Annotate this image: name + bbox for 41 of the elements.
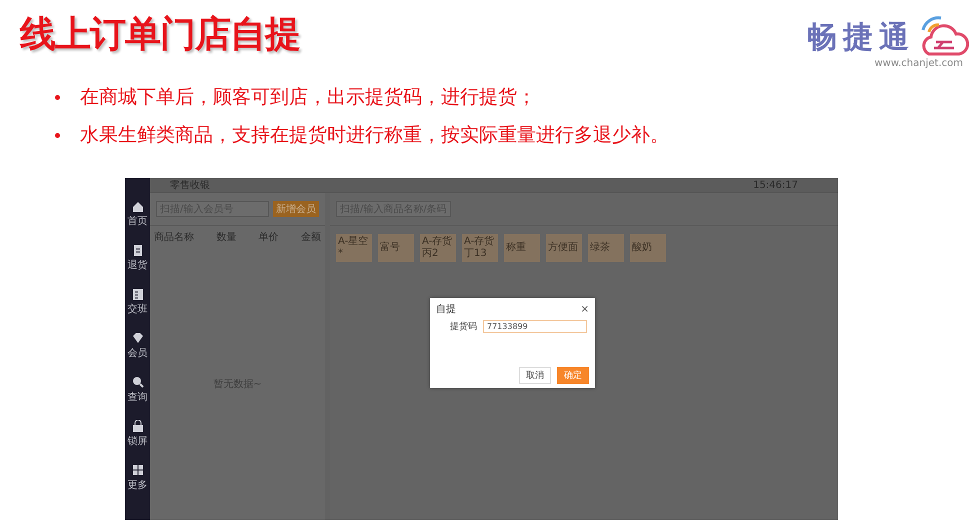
search-icon [132, 376, 144, 389]
sidebar-item[interactable]: 更多 [128, 464, 148, 492]
sidebar-item[interactable]: 退货 [128, 244, 148, 272]
category-tile[interactable]: 酸奶 [630, 234, 666, 262]
category-tile[interactable]: A-存货丁13 [462, 234, 498, 262]
category-tile[interactable]: 称重 [504, 234, 540, 262]
bullet-icon [55, 94, 60, 100]
add-member-button[interactable]: 新增会员 [273, 201, 319, 217]
category-tile[interactable]: 富号 [378, 234, 414, 262]
lock-icon [132, 420, 144, 433]
bullet-icon [55, 132, 60, 138]
slide-title: 线上订单门店自提 [20, 13, 300, 57]
dialog-title: 自提 [436, 303, 456, 316]
bullet-text: 在商城下单后，顾客可到店，出示提货码，进行提货； [80, 85, 536, 110]
category-tile[interactable]: A-存货丙2 [420, 234, 456, 262]
column-header: 金额 [300, 230, 321, 244]
sidebar-item[interactable]: 锁屏 [128, 420, 148, 448]
logo-text: 畅捷通 [807, 18, 915, 56]
pickup-code-field[interactable]: 77133899 [483, 320, 587, 333]
column-header: 单价 [258, 230, 279, 244]
cancel-button[interactable]: 取消 [519, 367, 551, 384]
list-icon [132, 288, 144, 301]
sidebar-item[interactable]: 会员 [128, 332, 148, 360]
document-icon [132, 244, 144, 257]
category-tile[interactable]: 绿茶 [588, 234, 624, 262]
column-header: 商品名称 [154, 230, 194, 244]
diamond-icon [132, 332, 144, 345]
field-label: 提货码 [450, 320, 477, 333]
confirm-button[interactable]: 确定 [557, 367, 589, 384]
cloud-icon [919, 16, 969, 58]
sidebar-item[interactable]: 查询 [128, 376, 148, 404]
grid-icon [132, 464, 144, 477]
home-icon [132, 200, 144, 213]
logo-url: www.chanjet.com [874, 58, 963, 69]
category-tile[interactable]: A-星空* [336, 234, 372, 262]
bullet-text: 水果生鲜类商品，支持在提货时进行称重，按实际重量进行多退少补。 [80, 123, 669, 148]
close-button[interactable]: × [580, 304, 589, 314]
sidebar-item[interactable]: 交班 [128, 288, 148, 316]
column-header: 数量 [216, 231, 236, 244]
category-tile[interactable]: 方便面 [546, 234, 582, 262]
sidebar-item[interactable]: 首页 [128, 200, 148, 228]
